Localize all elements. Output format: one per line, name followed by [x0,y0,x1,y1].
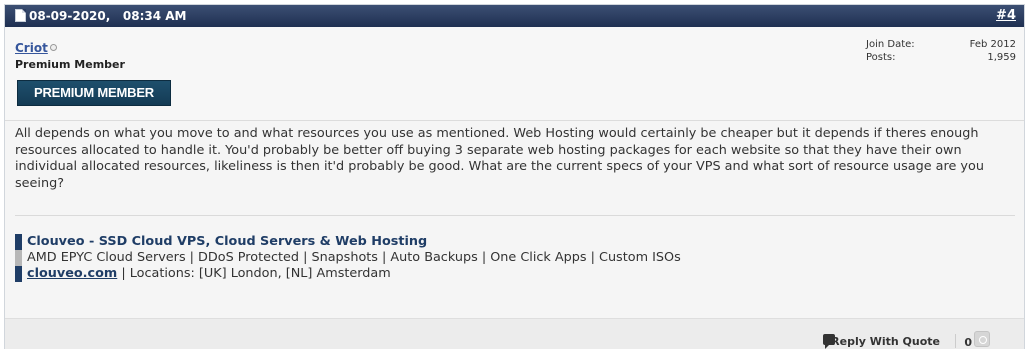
user-title: Premium Member [15,58,125,71]
signature-line-3: clouveo.com | Locations: [UK] London, [N… [15,266,681,282]
signature-divider [15,215,1015,216]
signature-locations: | Locations: [UK] London, [NL] Amsterdam [117,266,391,281]
posts-label: Posts: [866,52,896,63]
document-icon [15,9,26,22]
signature-bar-2 [15,250,22,266]
post-time: 08:34 AM [122,9,187,23]
like-icon[interactable] [974,331,990,347]
post-date: 08-09-2020, [29,9,111,23]
premium-member-badge: PREMIUM MEMBER [17,80,171,106]
signature-headline: Clouveo - SSD Cloud VPS, Cloud Servers &… [27,234,428,249]
reply-with-quote-button[interactable]: Reply With Quote [831,335,940,348]
signature-website-link[interactable]: clouveo.com [27,266,117,281]
like-count: 0 [964,336,972,349]
join-date-label: Join Date: [866,39,915,50]
signature-features: AMD EPYC Cloud Servers | DDoS Protected … [27,250,681,265]
footer-divider [955,334,956,348]
signature-line-1: Clouveo - SSD Cloud VPS, Cloud Servers &… [15,234,681,250]
offline-status-icon [50,44,57,51]
signature-bar-3 [15,266,22,282]
signature-bar-1 [15,234,22,250]
post-datetime: 08-09-2020, 08:34 AM [29,9,186,23]
user-info: Criot Premium Member PREMIUM MEMBER Join… [5,27,1024,121]
post-footer: Reply With Quote 0 [5,318,1024,349]
post-message: All depends on what you move to and what… [15,126,984,191]
user-stats: Join Date: Feb 2012 Posts: 1,959 [866,39,1016,65]
posts-value: 1,959 [987,52,1016,63]
signature-line-2: AMD EPYC Cloud Servers | DDoS Protected … [15,250,681,266]
signature: Clouveo - SSD Cloud VPS, Cloud Servers &… [15,234,681,282]
username-link[interactable]: Criot [15,41,48,55]
join-date-value: Feb 2012 [969,39,1016,50]
post-container: 08-09-2020, 08:34 AM #4 Criot Premium Me… [4,4,1025,349]
post-number-link[interactable]: #4 [996,8,1016,23]
post-content: All depends on what you move to and what… [5,121,1024,321]
post-header: 08-09-2020, 08:34 AM #4 [5,5,1024,27]
